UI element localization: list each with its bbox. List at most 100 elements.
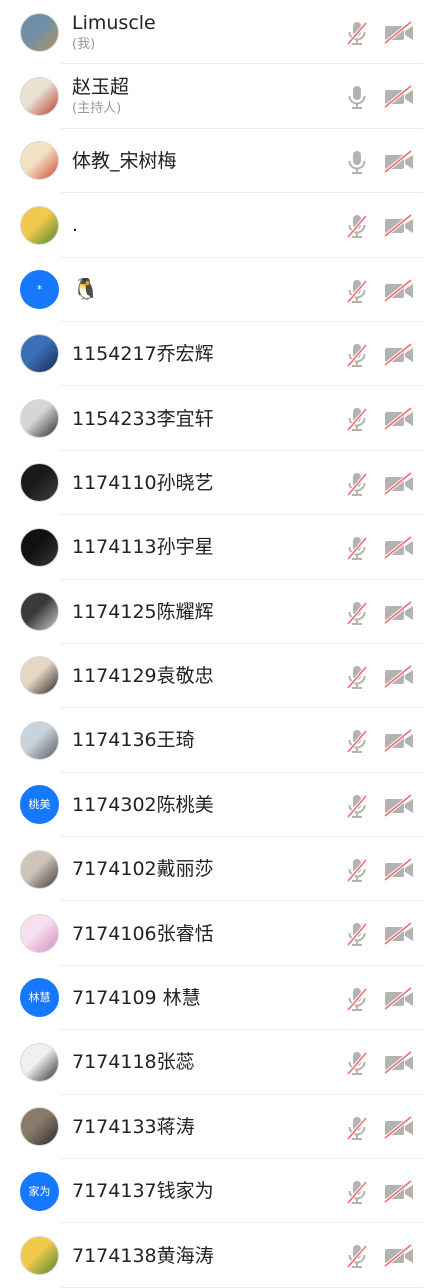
mic-muted-icon[interactable] <box>344 1050 370 1076</box>
participant-info: 赵玉超 (主持人) <box>72 64 335 128</box>
participant-name: 1174110孙晓艺 <box>72 471 214 494</box>
participant-row[interactable]: 7174118张蕊 <box>0 1030 445 1096</box>
camera-off-icon[interactable] <box>383 213 415 238</box>
camera-off-icon[interactable] <box>383 793 415 818</box>
camera-off-icon[interactable] <box>383 600 415 625</box>
participant-row[interactable]: 1154233李宜轩 <box>0 386 445 452</box>
camera-off-icon[interactable] <box>383 278 415 303</box>
mic-muted-icon[interactable] <box>344 1179 370 1205</box>
participant-name: 1174125陈耀辉 <box>72 600 214 623</box>
participant-row[interactable]: 1174110孙晓艺 <box>0 451 445 516</box>
mic-muted-icon[interactable] <box>344 535 370 561</box>
participant-info: Limuscle (我) <box>72 0 335 64</box>
camera-off-icon[interactable] <box>383 922 415 946</box>
participant-name: 1174302陈桃美 <box>72 793 214 816</box>
camera-off-icon[interactable] <box>383 85 415 109</box>
avatar <box>20 334 59 374</box>
camera-off-icon[interactable] <box>383 664 415 689</box>
participant-info: . <box>72 193 335 257</box>
mic-muted-icon[interactable] <box>344 921 370 947</box>
mic-icon[interactable] <box>344 84 370 110</box>
avatar: 林慧 <box>20 978 59 1018</box>
avatar <box>20 141 59 181</box>
camera-off-icon[interactable] <box>383 986 415 1011</box>
participant-row[interactable]: 1154217乔宏辉 <box>0 322 445 387</box>
avatar-initials: * <box>36 283 43 297</box>
camera-off-icon[interactable] <box>383 1244 415 1268</box>
camera-off-icon[interactable] <box>383 149 415 174</box>
participant-row[interactable]: 7174133蒋涛 <box>0 1095 445 1160</box>
mic-muted-icon[interactable] <box>344 20 370 46</box>
participant-row[interactable]: 7174138黄海涛 <box>0 1223 445 1288</box>
mic-muted-icon[interactable] <box>344 728 370 754</box>
camera-off-icon[interactable] <box>383 1115 415 1140</box>
participant-info: 7174106张睿恬 <box>72 901 335 965</box>
camera-off-icon[interactable] <box>383 1179 415 1204</box>
mic-icon[interactable] <box>344 149 370 175</box>
participant-info: 1174110孙晓艺 <box>72 451 335 515</box>
participant-info: 1154217乔宏辉 <box>72 322 335 386</box>
avatar <box>20 463 59 503</box>
participant-info: 体教_宋树梅 <box>72 129 335 193</box>
participant-row[interactable]: 体教_宋树梅 <box>0 129 445 194</box>
camera-off-icon[interactable] <box>383 535 415 560</box>
avatar <box>20 913 59 953</box>
participant-row[interactable]: . <box>0 193 445 258</box>
participant-row[interactable]: 1174136王琦 <box>0 708 445 774</box>
mic-muted-icon[interactable] <box>344 600 370 626</box>
avatar <box>20 527 59 567</box>
participant-list: Limuscle (我) 赵玉超 (主持人) 体教_宋树梅 . * 🐧 1154… <box>0 0 445 1288</box>
participant-info: 7174138黄海涛 <box>72 1223 335 1287</box>
participant-row[interactable]: 1174113孙宇星 <box>0 515 445 580</box>
mic-muted-icon[interactable] <box>344 793 370 819</box>
participant-info: 7174118张蕊 <box>72 1030 335 1094</box>
participant-row[interactable]: 家为 7174137钱家为 <box>0 1159 445 1224</box>
mic-muted-icon[interactable] <box>344 213 370 239</box>
participant-name: 7174118张蕊 <box>72 1051 195 1074</box>
camera-off-icon[interactable] <box>383 342 415 367</box>
participant-row[interactable]: 林慧 7174109 林慧 <box>0 966 445 1031</box>
participant-name: 1154217乔宏辉 <box>72 343 214 366</box>
camera-off-icon[interactable] <box>383 857 415 882</box>
participant-info: 1154233李宜轩 <box>72 386 335 450</box>
participant-name: Limuscle <box>72 11 156 34</box>
mic-muted-icon[interactable] <box>344 278 370 304</box>
participant-info: 1174129袁敬忠 <box>72 644 335 708</box>
participant-name: 7174138黄海涛 <box>72 1244 214 1267</box>
mic-muted-icon[interactable] <box>344 664 370 690</box>
mic-muted-icon[interactable] <box>344 1243 370 1269</box>
participant-row[interactable]: 1174125陈耀辉 <box>0 580 445 645</box>
mic-muted-icon[interactable] <box>344 1115 370 1141</box>
participant-row[interactable]: Limuscle (我) <box>0 0 445 65</box>
participant-name: 7174106张睿恬 <box>72 922 214 945</box>
avatar <box>20 1042 59 1082</box>
camera-off-icon[interactable] <box>383 1050 415 1075</box>
mic-muted-icon[interactable] <box>344 471 370 497</box>
participant-row[interactable]: 7174102戴丽莎 <box>0 837 445 902</box>
participant-name: 7174102戴丽莎 <box>72 858 214 881</box>
camera-off-icon[interactable] <box>383 406 415 431</box>
participant-name: 7174137钱家为 <box>72 1180 214 1203</box>
participant-role: (主持人) <box>72 101 122 117</box>
avatar-initials: 林慧 <box>28 991 51 1005</box>
participant-name: 赵玉超 <box>72 76 130 99</box>
participant-info: 1174136王琦 <box>72 708 335 772</box>
participant-row[interactable]: 桃美 1174302陈桃美 <box>0 773 445 838</box>
mic-muted-icon[interactable] <box>344 406 370 432</box>
camera-off-icon[interactable] <box>383 728 415 753</box>
camera-off-icon[interactable] <box>383 20 415 45</box>
camera-off-icon[interactable] <box>383 471 415 496</box>
participant-row[interactable]: 赵玉超 (主持人) <box>0 64 445 130</box>
participant-row[interactable]: * 🐧 <box>0 258 445 323</box>
participant-info: 1174302陈桃美 <box>72 773 335 837</box>
participant-info: 7174137钱家为 <box>72 1159 335 1223</box>
participant-name: 1174113孙宇星 <box>72 536 214 559</box>
participant-row[interactable]: 7174106张睿恬 <box>0 901 445 967</box>
avatar <box>20 398 59 438</box>
mic-muted-icon[interactable] <box>344 857 370 883</box>
participant-row[interactable]: 1174129袁敬忠 <box>0 644 445 709</box>
avatar-initials: 家为 <box>28 1184 51 1198</box>
mic-muted-icon[interactable] <box>344 342 370 368</box>
participant-info: 1174125陈耀辉 <box>72 580 335 644</box>
mic-muted-icon[interactable] <box>344 986 370 1012</box>
